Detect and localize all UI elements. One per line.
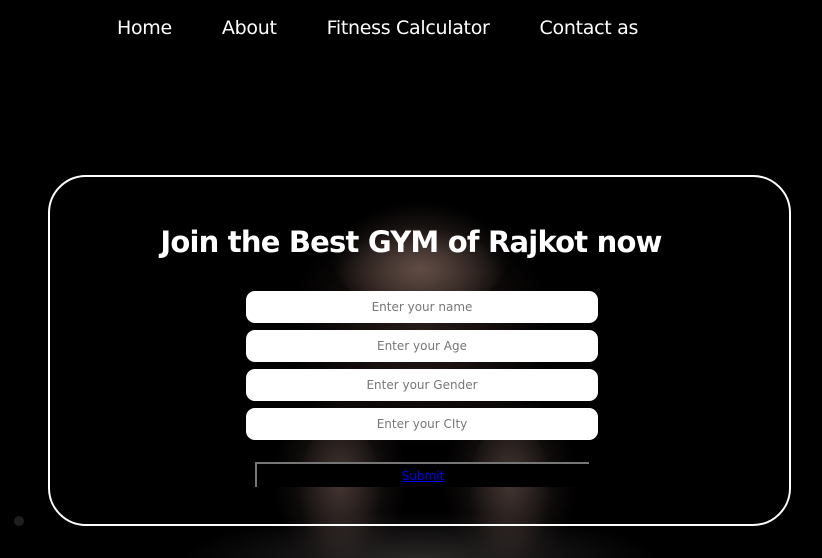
submit-link[interactable]: Submit [402, 469, 445, 483]
page: Home About Fitness Calculator Contact as… [0, 0, 822, 558]
nav-about[interactable]: About [222, 14, 277, 42]
nav-contact[interactable]: Contact as [540, 14, 639, 42]
city-input[interactable] [246, 408, 598, 440]
form-title: Join the Best GYM of Rajkot now [160, 225, 662, 259]
age-input[interactable] [246, 330, 598, 362]
submit-button[interactable]: Submit [255, 462, 589, 487]
main-nav: Home About Fitness Calculator Contact as [117, 14, 638, 42]
name-input[interactable] [246, 291, 598, 323]
background-dot [14, 516, 24, 526]
nav-fitness-calculator[interactable]: Fitness Calculator [327, 14, 490, 42]
gender-input[interactable] [246, 369, 598, 401]
nav-home[interactable]: Home [117, 14, 172, 42]
